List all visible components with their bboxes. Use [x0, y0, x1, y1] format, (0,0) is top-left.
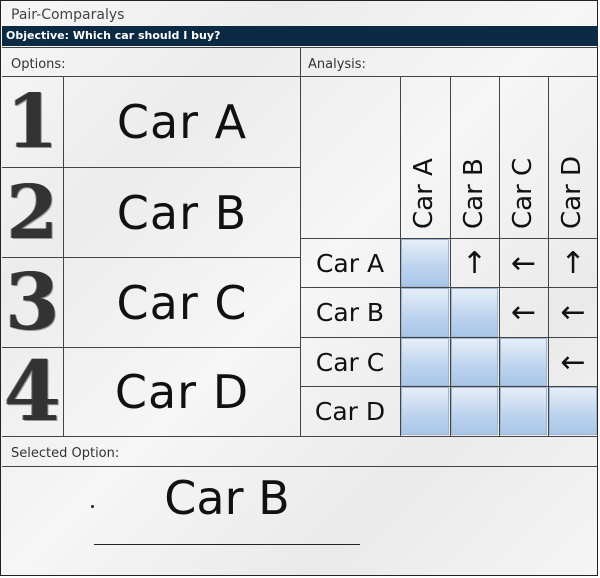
option-row[interactable]: 1 Car A	[2, 77, 300, 167]
divider	[2, 466, 598, 467]
arrow-left-icon[interactable]: ←	[500, 239, 547, 287]
matrix-column-header: Car B	[459, 158, 489, 229]
selected-option-value: Car B	[164, 471, 290, 525]
arrow-up-icon[interactable]: ↑	[451, 239, 498, 287]
app-window: Pair-Comparalys Objective: Which car sho…	[0, 0, 598, 576]
selected-option-label: Selected Option:	[11, 446, 120, 461]
option-name: Car A	[116, 95, 248, 149]
option-number: 1	[6, 79, 59, 165]
analysis-label: Analysis:	[308, 57, 366, 72]
options-label: Options:	[11, 57, 66, 72]
option-number: 4	[3, 344, 62, 440]
option-number: 3	[5, 257, 60, 348]
option-row[interactable]: 3 Car C	[2, 257, 300, 348]
matrix-column-header: Car A	[409, 158, 439, 229]
matrix-cell-filled[interactable]	[401, 288, 449, 337]
matrix-cell-filled[interactable]	[401, 387, 449, 435]
matrix-row-header: Car B	[315, 298, 385, 327]
matrix-cell-filled[interactable]	[451, 387, 498, 435]
matrix-cell-filled[interactable]	[451, 288, 498, 337]
matrix-cell-filled[interactable]	[401, 338, 449, 386]
matrix-cell-filled[interactable]	[451, 338, 498, 386]
matrix-cell-filled[interactable]	[500, 338, 547, 386]
arrow-left-icon[interactable]: ←	[500, 288, 547, 337]
app-title: Pair-Comparalys	[11, 7, 125, 23]
matrix-column-header: Car C	[508, 157, 538, 229]
arrow-up-icon[interactable]: ↑	[549, 239, 597, 287]
objective-bar: Objective: Which car should I buy?	[2, 26, 598, 46]
option-number: 2	[6, 169, 59, 256]
option-row[interactable]: 2 Car B	[2, 168, 300, 257]
matrix-row-header: Car D	[314, 396, 386, 426]
matrix-row-header: Car A	[315, 248, 385, 278]
option-name: Car D	[114, 365, 250, 419]
bullet-dot	[91, 505, 94, 508]
option-name: Car B	[116, 185, 248, 240]
option-row[interactable]: 4 Car D	[2, 344, 300, 440]
arrow-left-icon[interactable]: ←	[549, 338, 597, 386]
option-name: Car C	[116, 275, 248, 330]
matrix-row-header: Car C	[315, 347, 385, 377]
arrow-left-icon[interactable]: ←	[549, 288, 597, 337]
matrix-cell-filled[interactable]	[549, 387, 597, 435]
selected-underline	[94, 544, 360, 545]
matrix-column-header: Car D	[557, 155, 587, 229]
matrix-cell-filled[interactable]	[401, 239, 449, 287]
matrix-cell-filled[interactable]	[500, 387, 547, 435]
divider	[2, 436, 598, 437]
